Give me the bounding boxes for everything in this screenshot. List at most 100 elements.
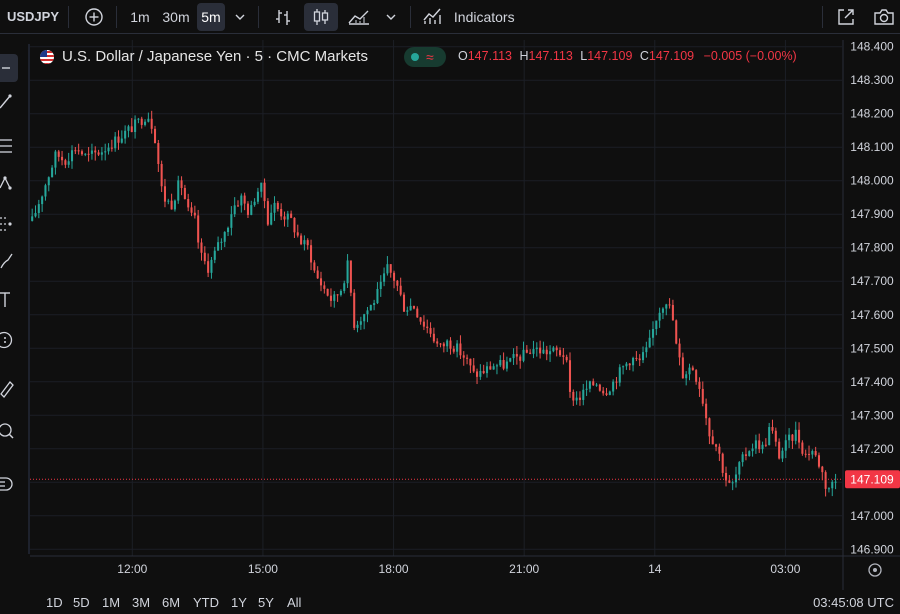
- candle-body: [167, 200, 170, 202]
- candle-body: [731, 482, 734, 484]
- candle: [127, 124, 130, 138]
- candle: [721, 452, 724, 477]
- x-tick-label: 15:00: [248, 562, 278, 576]
- candle: [705, 398, 708, 426]
- interval-5m-button[interactable]: 5m: [197, 3, 225, 31]
- area-style-button[interactable]: [342, 3, 376, 31]
- candle-body: [170, 200, 173, 210]
- candle-body: [293, 217, 296, 233]
- candle: [764, 438, 767, 448]
- range-5y-button[interactable]: 5Y: [258, 595, 274, 610]
- price-chart[interactable]: 148.400 148.300 148.200 148.100 148.000 147.9…: [0, 0, 900, 614]
- zoom-tool-button[interactable]: [0, 420, 18, 444]
- candle: [412, 305, 415, 310]
- candle: [47, 176, 50, 192]
- candle-body: [568, 360, 572, 392]
- range-1m-button[interactable]: 1M: [102, 595, 120, 610]
- candle-body: [542, 349, 545, 354]
- y-tick-label: 147.000: [850, 509, 894, 523]
- price-axis[interactable]: 148.400 148.300 148.200 148.100 148.000 147.9…: [842, 40, 894, 590]
- indicators-label: Indicators: [453, 9, 515, 25]
- candle: [499, 355, 502, 368]
- utc-clock[interactable]: 03:45:08 UTC: [813, 595, 894, 610]
- candle-body: [539, 347, 542, 354]
- fullscreen-button[interactable]: [832, 3, 860, 31]
- candle: [90, 143, 93, 160]
- candle-body: [329, 295, 332, 301]
- candle: [456, 340, 459, 358]
- candle: [253, 198, 256, 207]
- candle-body: [612, 381, 615, 392]
- indicators-button[interactable]: Indicators: [418, 3, 522, 31]
- range-all-button[interactable]: All: [287, 595, 301, 610]
- interval-30m-button[interactable]: 30m: [158, 3, 194, 31]
- candle: [817, 452, 821, 469]
- symbol-search-button[interactable]: USDJPY: [2, 3, 64, 31]
- candle-body: [788, 434, 791, 441]
- candle-body: [452, 348, 455, 352]
- forecast-tool-button[interactable]: [0, 212, 18, 236]
- magnet-tool-button[interactable]: [0, 472, 18, 496]
- candle-body: [575, 397, 578, 401]
- candle: [462, 351, 465, 366]
- candle: [791, 434, 794, 449]
- candle-body: [227, 227, 230, 233]
- text-tool-button[interactable]: [0, 288, 18, 312]
- candle-body: [422, 321, 425, 327]
- toolbar-divider: [116, 6, 117, 28]
- trendline-icon: [0, 94, 12, 109]
- range-6m-button[interactable]: 6M: [162, 595, 180, 610]
- candle: [519, 354, 522, 369]
- candle: [612, 379, 615, 396]
- interval-1m-button[interactable]: 1m: [124, 3, 156, 31]
- y-tick-label: 147.800: [850, 241, 894, 255]
- candle: [429, 322, 432, 338]
- ohlc-values: O147.113 H147.113 L147.109 C147.109 −0.0…: [458, 49, 797, 63]
- candle: [266, 198, 269, 227]
- range-3m-button[interactable]: 3M: [132, 595, 150, 610]
- candle: [598, 383, 601, 392]
- candle-body: [641, 352, 645, 361]
- fib-tool-button[interactable]: [0, 134, 18, 158]
- chart-type-dropdown-button[interactable]: [380, 3, 402, 31]
- candle: [67, 152, 70, 168]
- candle-body: [120, 138, 123, 143]
- range-1d-button[interactable]: 1D: [46, 595, 63, 610]
- candle: [107, 143, 110, 155]
- pattern-tool-button[interactable]: [0, 172, 18, 196]
- candle-body: [784, 440, 787, 451]
- compare-symbol-button[interactable]: [80, 3, 108, 31]
- candle: [515, 346, 518, 365]
- market-status-badge[interactable]: ≈: [404, 47, 446, 67]
- crosshair-tool-button[interactable]: [0, 54, 18, 82]
- range-ytd-button[interactable]: YTD: [193, 595, 219, 610]
- time-axis[interactable]: 12:00 15:00 18:00 21:00 14 03:00: [30, 555, 900, 576]
- candle-body: [781, 450, 784, 459]
- ruler-icon: [0, 381, 14, 398]
- candle-body: [691, 367, 694, 371]
- candle-body: [512, 354, 515, 359]
- axis-settings-button[interactable]: [868, 563, 882, 577]
- candle: [260, 182, 263, 198]
- candle-body: [774, 430, 777, 442]
- range-5d-button[interactable]: 5D: [73, 595, 90, 610]
- candle-body: [270, 212, 273, 225]
- candle-body: [260, 182, 263, 192]
- measure-tool-button[interactable]: [0, 376, 18, 400]
- candle-body: [369, 305, 372, 311]
- candle: [177, 175, 180, 204]
- candle: [170, 193, 173, 210]
- bar-style-button[interactable]: [268, 3, 298, 31]
- candle: [51, 165, 54, 178]
- trendline-tool-button[interactable]: [0, 90, 18, 114]
- candle: [738, 460, 741, 481]
- brush-tool-button[interactable]: [0, 250, 18, 274]
- range-1y-button[interactable]: 1Y: [231, 595, 247, 610]
- candles-style-button[interactable]: [304, 3, 338, 31]
- candle-body: [310, 245, 313, 263]
- candlestick-series: [31, 110, 837, 497]
- snapshot-button[interactable]: [870, 3, 898, 31]
- interval-dropdown-button[interactable]: [228, 3, 252, 31]
- emoji-tool-button[interactable]: [0, 328, 18, 352]
- candle: [173, 199, 176, 212]
